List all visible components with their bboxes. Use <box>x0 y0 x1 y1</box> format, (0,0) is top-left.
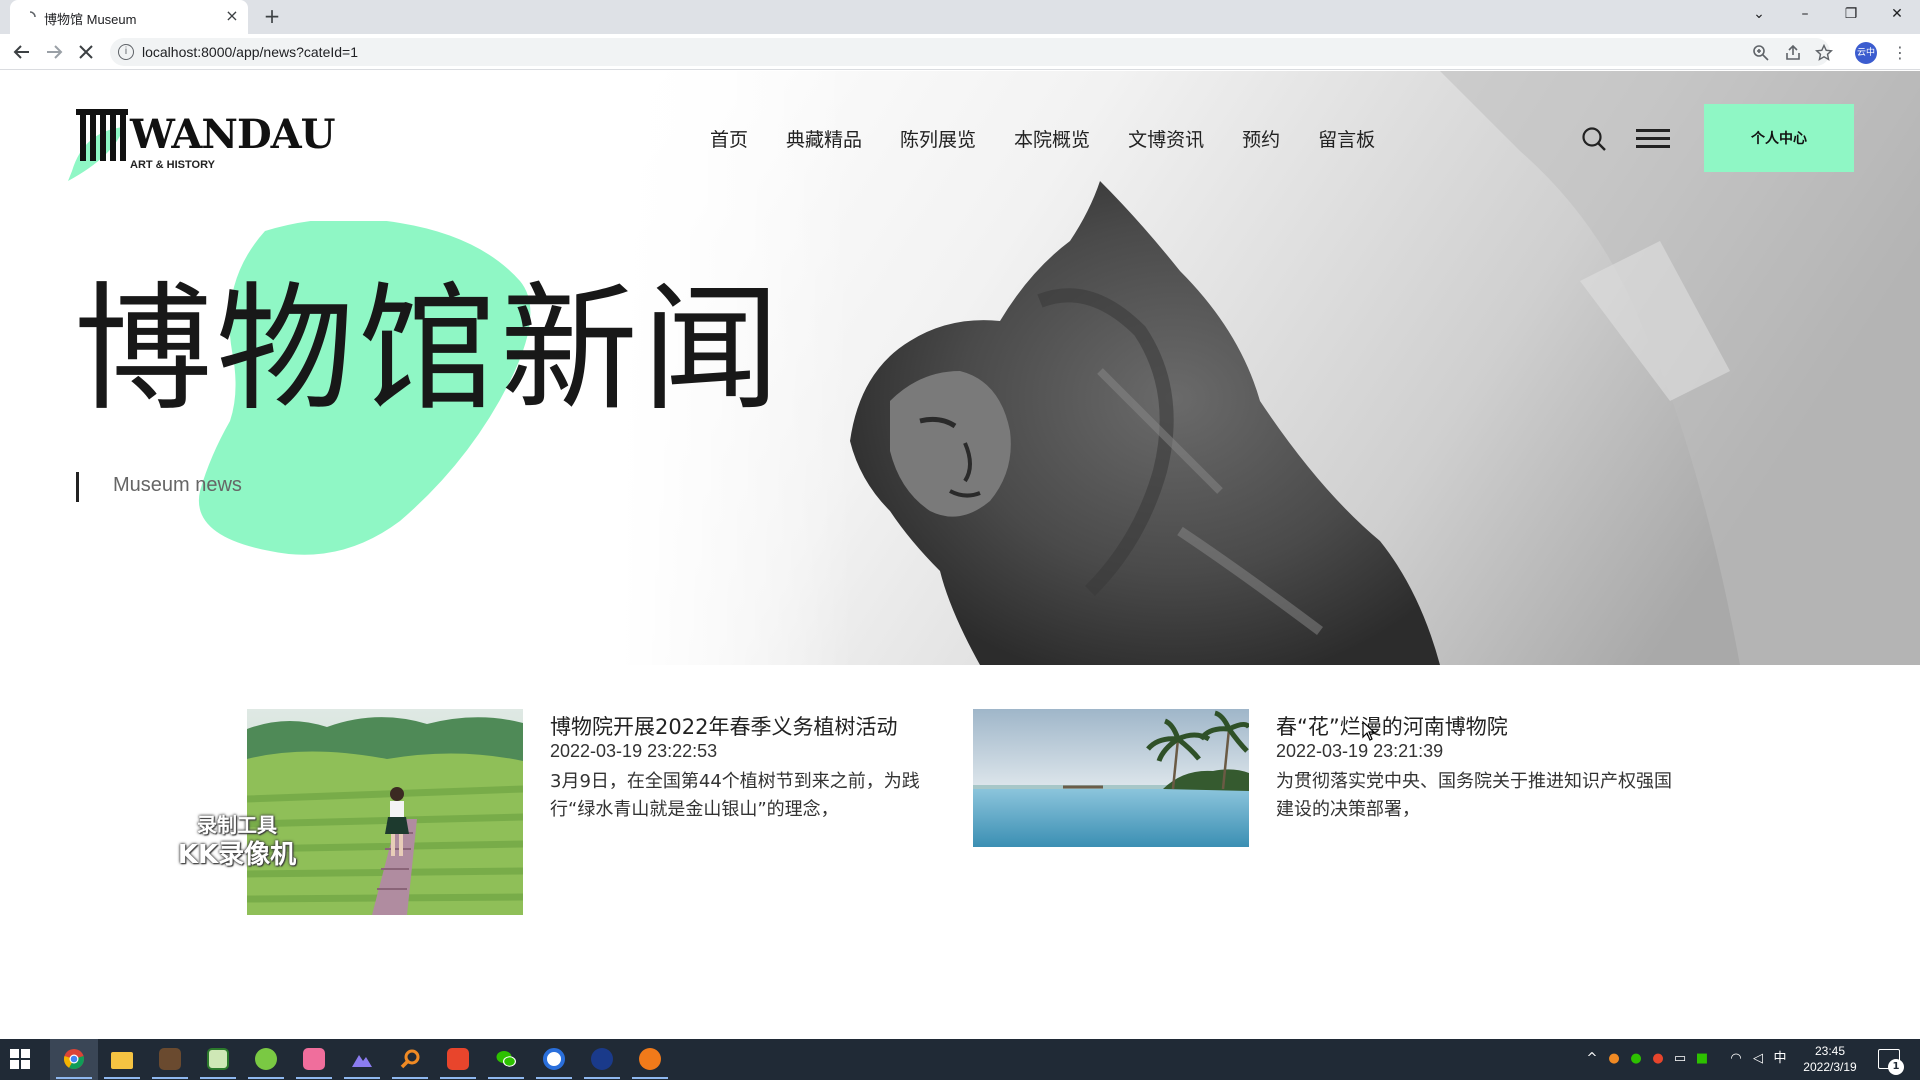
stop-loading-icon[interactable] <box>74 40 98 64</box>
bookmark-star-icon[interactable] <box>1815 44 1833 62</box>
news-thumbnail[interactable] <box>973 709 1249 847</box>
leaf-app-icon <box>255 1048 277 1070</box>
game-app-icon <box>159 1048 181 1070</box>
taskbar-recorder[interactable] <box>626 1039 674 1080</box>
restore-button[interactable]: ❐ <box>1828 0 1874 30</box>
tray-overflow-icon[interactable]: ^ <box>1584 1051 1600 1067</box>
profile-avatar[interactable]: 云中 <box>1855 42 1877 64</box>
news-title[interactable]: 博物院开展2022年春季义务植树活动 <box>550 711 897 741</box>
dark-app-icon <box>591 1048 613 1070</box>
zoom-icon[interactable] <box>1752 44 1770 62</box>
news-title[interactable]: 春“花”烂漫的河南博物院 <box>1276 711 1508 741</box>
site-logo[interactable]: WANDAU ART & HISTORY <box>64 101 336 181</box>
subtitle-accent-bar <box>76 472 79 502</box>
tab-search-icon[interactable]: ⌄ <box>1736 0 1782 30</box>
nav-exhibitions[interactable]: 陈列展览 <box>900 125 976 155</box>
nav-home[interactable]: 首页 <box>710 125 748 155</box>
ime-indicator[interactable]: 中 <box>1772 1051 1788 1067</box>
nav-about[interactable]: 本院概览 <box>1014 125 1090 155</box>
loading-spinner-icon <box>29 11 36 18</box>
address-bar[interactable]: i localhost:8000/app/news?cateId=1 <box>110 38 1833 66</box>
share-icon[interactable] <box>1784 44 1802 62</box>
chrome-icon <box>64 1049 84 1070</box>
tab-close-icon[interactable]: × <box>224 8 240 24</box>
taskbar-chrome[interactable] <box>50 1039 98 1080</box>
notification-count-badge: 1 <box>1888 1059 1904 1075</box>
taskbar-file-explorer[interactable] <box>98 1039 146 1080</box>
blue-ring-app-icon <box>543 1048 565 1070</box>
wechat-icon <box>496 1051 516 1067</box>
minimize-button[interactable]: – <box>1782 0 1828 30</box>
news-item[interactable]: 春“花”烂漫的河南博物院 2022-03-19 23:21:39 为贯彻落实党中… <box>973 709 1673 919</box>
browser-tab-strip: 博物馆 Museum × + ⌄ – ❐ ✕ <box>0 0 1920 34</box>
mountain-app-icon <box>352 1055 372 1067</box>
news-date: 2022-03-19 23:22:53 <box>550 741 718 761</box>
notepad-icon <box>207 1048 229 1070</box>
forward-arrow-icon[interactable] <box>42 40 66 64</box>
watermark-line2: KK录像机 <box>177 840 297 870</box>
nav-news[interactable]: 文博资讯 <box>1128 125 1204 155</box>
folder-icon <box>111 1052 133 1069</box>
site-info-icon[interactable]: i <box>118 44 134 60</box>
taskbar-wechat[interactable] <box>482 1039 530 1080</box>
user-center-button[interactable]: 个人中心 <box>1704 104 1854 172</box>
magnifier-app-icon <box>400 1049 420 1069</box>
tray-green-app-icon[interactable]: ■ <box>1694 1051 1710 1067</box>
windows-start-icon[interactable] <box>10 1049 30 1069</box>
taskbar-app-blue[interactable] <box>530 1039 578 1080</box>
taskbar-app-pink[interactable] <box>290 1039 338 1080</box>
hamburger-menu-icon[interactable] <box>1636 127 1670 151</box>
nav-collection[interactable]: 典藏精品 <box>786 125 862 155</box>
browser-tab[interactable]: 博物馆 Museum × <box>10 0 248 34</box>
recorder-watermark: 录制工具 KK录像机 <box>162 812 312 872</box>
taskbar-notepad[interactable] <box>194 1039 242 1080</box>
news-summary: 为贯彻落实党中央、国务院关于推进知识产权强国建设的决策部署， <box>1276 771 1672 820</box>
nav-booking[interactable]: 预约 <box>1242 125 1280 155</box>
search-icon[interactable] <box>1580 125 1608 153</box>
url-text[interactable]: localhost:8000/app/news?cateId=1 <box>142 44 358 60</box>
volume-icon[interactable]: ◁ <box>1750 1051 1766 1067</box>
taskbar-app-search[interactable] <box>386 1039 434 1080</box>
logo-tagline: ART & HISTORY <box>130 159 215 171</box>
windows-taskbar: ^ ● ● ● ▭ ■ ◠ ◁ 中 23:45 2022/3/19 1 <box>0 1039 1920 1080</box>
nav-message-board[interactable]: 留言板 <box>1318 125 1375 155</box>
news-item[interactable]: 博物院开展2022年春季义务植树活动 2022-03-19 23:22:53 3… <box>247 709 947 919</box>
tray-qq-icon[interactable]: ● <box>1650 1051 1666 1067</box>
network-icon[interactable]: ◠ <box>1728 1051 1744 1067</box>
tray-wechat-icon[interactable]: ● <box>1628 1051 1644 1067</box>
taskbar-app-red[interactable] <box>434 1039 482 1080</box>
taskbar-app-leaf[interactable] <box>242 1039 290 1080</box>
main-nav: 首页 典藏精品 陈列展览 本院概览 文博资讯 预约 留言板 <box>710 125 1375 155</box>
browser-menu-icon[interactable]: ⋮ <box>1892 42 1908 64</box>
tray-search-app-icon[interactable]: ● <box>1606 1051 1622 1067</box>
clock-date: 2022/3/19 <box>1803 1060 1857 1074</box>
news-date: 2022-03-19 23:21:39 <box>1276 741 1444 761</box>
back-arrow-icon[interactable] <box>10 40 34 64</box>
news-summary: 3月9日，在全国第44个植树节到来之前，为践行“绿水青山就是金山银山”的理念， <box>550 771 920 820</box>
taskbar-app-mountain[interactable] <box>338 1039 386 1080</box>
pink-app-icon <box>303 1048 325 1070</box>
page-subtitle: Museum news <box>113 474 242 496</box>
tray-battery-icon[interactable]: ▭ <box>1672 1051 1688 1067</box>
tab-title: 博物馆 Museum <box>44 12 137 27</box>
mouse-cursor-icon <box>1362 721 1376 741</box>
taskbar-clock[interactable]: 23:45 2022/3/19 <box>1788 1043 1872 1075</box>
taskbar-app-game[interactable] <box>146 1039 194 1080</box>
new-tab-button[interactable]: + <box>260 6 284 28</box>
page-title: 博物馆新闻 <box>74 269 785 430</box>
browser-toolbar: i localhost:8000/app/news?cateId=1 云中 ⋮ <box>0 34 1920 70</box>
page-content: WANDAU ART & HISTORY 首页 典藏精品 陈列展览 本院概览 文… <box>0 71 1920 1039</box>
close-window-button[interactable]: ✕ <box>1874 0 1920 30</box>
red-app-icon <box>447 1048 469 1070</box>
watermark-line1: 录制工具 <box>197 813 277 837</box>
taskbar-app-dark[interactable] <box>578 1039 626 1080</box>
logo-wordmark: WANDAU <box>130 111 336 158</box>
recorder-icon <box>639 1048 661 1070</box>
clock-time: 23:45 <box>1814 1044 1846 1058</box>
